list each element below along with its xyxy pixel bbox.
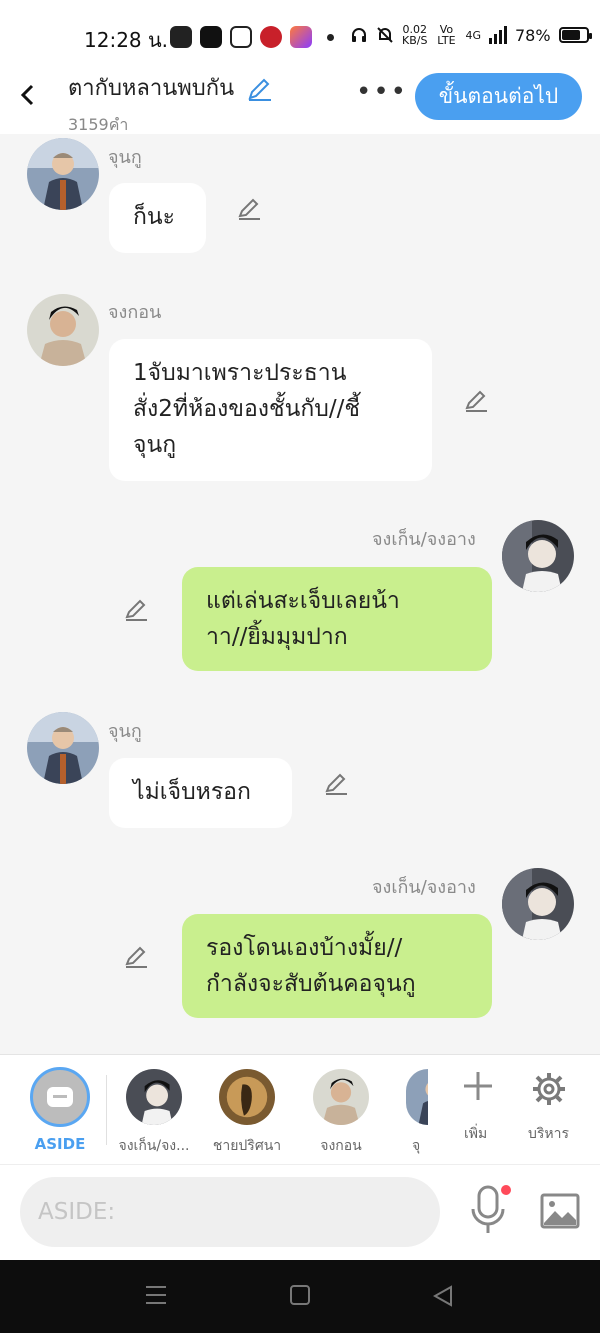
add-label: เพิ่ม <box>464 1126 488 1142</box>
avatar-jonggen[interactable] <box>502 520 574 592</box>
message-bubble[interactable]: แต่เล่นสะเจ็บเลยน้า าา//ยิ้มมุมปาก <box>182 567 492 671</box>
avatar-jonggen[interactable] <box>502 868 574 940</box>
bell-muted-icon <box>377 27 393 43</box>
character-selector: ASIDE จงเก็น/จง... ชายปริศนา จงกอน จุ เพ… <box>0 1054 600 1164</box>
tiktok-app-icon <box>230 26 252 48</box>
avatar-jonggon[interactable] <box>27 294 99 366</box>
add-character-icon[interactable] <box>462 1069 494 1109</box>
sender-name: จุนกู <box>108 721 142 742</box>
avatar-jungu[interactable] <box>27 138 99 210</box>
system-icons: 0.02 KB/S Vo LTE 4G 78% <box>350 23 592 47</box>
aside-input[interactable] <box>20 1177 440 1247</box>
volte-badge: Vo LTE <box>437 23 456 47</box>
recording-dot <box>501 1185 511 1195</box>
headphones-icon <box>352 28 366 42</box>
divider <box>106 1075 107 1145</box>
edit-title-pencil-icon[interactable] <box>245 75 273 107</box>
story-title[interactable]: ตากับหลานพบกัน <box>68 70 234 105</box>
back-arrow-icon[interactable] <box>16 80 40 110</box>
edit-message-pencil-icon[interactable] <box>463 388 489 414</box>
character-label: จงกอน <box>320 1138 362 1154</box>
shortcut-app-icon <box>290 26 312 48</box>
title-area: ตากับหลานพบกัน 3159คำ <box>68 70 273 138</box>
character-avatar-jonggon[interactable] <box>313 1069 369 1125</box>
edit-message-pencil-icon[interactable] <box>236 196 262 222</box>
recent-apps-icon[interactable] <box>146 1286 166 1310</box>
sender-name: จงเก็น/จงอาง <box>372 877 476 898</box>
microphone-icon[interactable] <box>470 1185 506 1241</box>
message-bubble[interactable]: รองโดนเองบ้างมั้ย// กำลังจะสับต้นคอจุนกู <box>182 914 492 1018</box>
system-nav-bar <box>0 1260 600 1333</box>
more-notifications-dot <box>327 34 334 41</box>
edit-message-pencil-icon[interactable] <box>323 771 349 797</box>
speech-bubble-icon <box>47 1087 73 1107</box>
character-label: จงเก็น/จง... <box>118 1138 190 1154</box>
story-header: ตากับหลานพบกัน 3159คำ ••• ขั้นตอนต่อไป <box>0 62 600 134</box>
sender-name: จงกอน <box>108 302 162 323</box>
message-bubble[interactable]: ก็นะ <box>109 183 206 253</box>
shopee-app-icon <box>200 26 222 48</box>
character-avatar-mystery-man[interactable] <box>219 1069 275 1125</box>
network-type: 4G <box>465 28 481 42</box>
signal-icon <box>488 26 507 44</box>
battery-percent: 78% <box>514 25 551 45</box>
notification-icons <box>170 26 312 48</box>
battery-icon <box>558 27 592 43</box>
sender-name: จงเก็น/จงอาง <box>372 529 476 550</box>
pinterest-app-icon <box>260 26 282 48</box>
nav-back-icon[interactable] <box>432 1285 454 1311</box>
character-label: ชายปริศนา <box>212 1138 282 1154</box>
line-app-icon <box>170 26 192 48</box>
input-bar <box>0 1164 600 1260</box>
avatar-jungu[interactable] <box>27 712 99 784</box>
message-bubble[interactable]: ไม่เจ็บหรอก <box>109 758 292 828</box>
aside-label: ASIDE <box>34 1135 86 1153</box>
home-icon[interactable] <box>290 1285 310 1305</box>
message-bubble[interactable]: 1จับมาเพราะประธาน สั่ง2ที่ห้องของชั้นกับ… <box>109 339 432 481</box>
gear-icon[interactable] <box>531 1071 567 1111</box>
status-time: 12:28 น. <box>84 28 169 52</box>
edit-message-pencil-icon[interactable] <box>123 597 149 623</box>
more-options-icon[interactable]: ••• <box>356 79 408 105</box>
aside-character-button[interactable] <box>30 1067 90 1127</box>
manage-label: บริหาร <box>528 1126 570 1142</box>
image-icon[interactable] <box>540 1193 580 1233</box>
chat-area[interactable]: จุนกู ก็นะ จงกอน 1จับมาเพราะประธาน สั่ง2… <box>0 134 600 1054</box>
next-step-button[interactable]: ขั้นตอนต่อไป <box>415 73 582 120</box>
character-avatar-jonggen[interactable] <box>126 1069 182 1125</box>
status-bar: 12:28 น. 0.02 KB/S Vo LTE 4G 78% <box>0 0 600 62</box>
network-speed: 0.02 KB/S <box>402 23 428 47</box>
sender-name: จุนกู <box>108 147 142 168</box>
edit-message-pencil-icon[interactable] <box>123 944 149 970</box>
character-label: จุ <box>412 1138 421 1154</box>
character-avatar-jungu[interactable] <box>406 1069 428 1125</box>
